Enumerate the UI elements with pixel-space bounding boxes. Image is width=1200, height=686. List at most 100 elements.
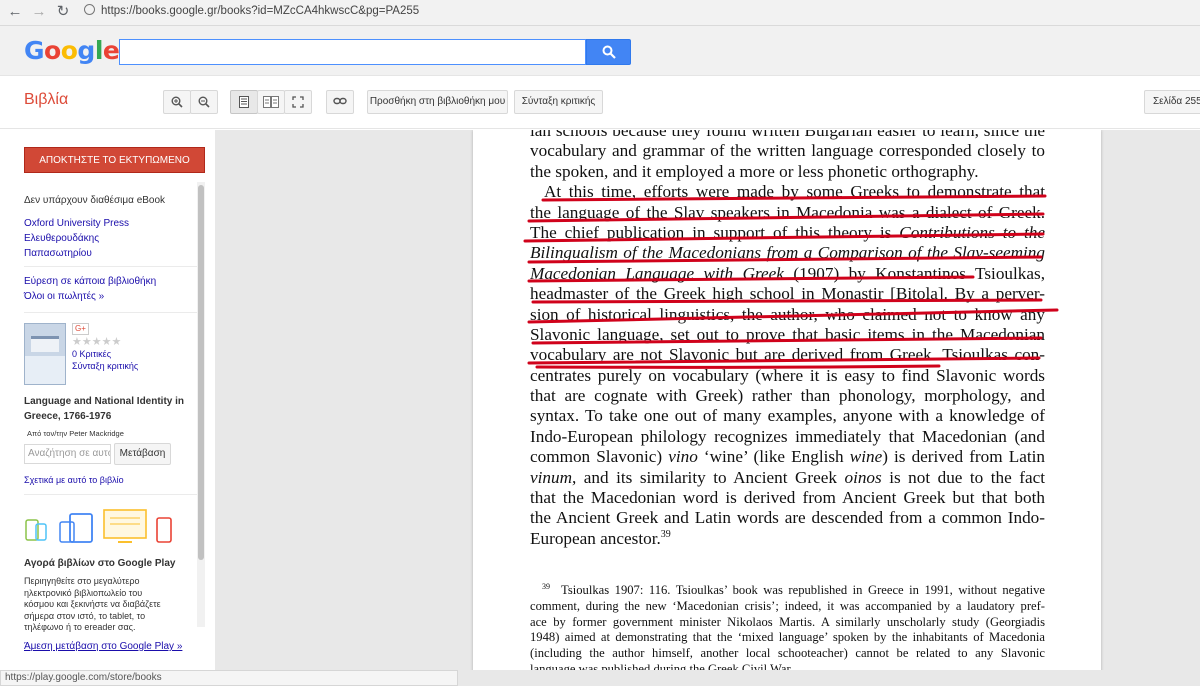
book-cover-thumbnail[interactable]: [24, 323, 66, 385]
book-viewer[interactable]: ian schools because they found written B…: [215, 130, 1200, 670]
page-number-button[interactable]: Σελίδα 255: [1144, 90, 1200, 114]
text-line: vinum, and its similarity to Ancient Gre…: [530, 468, 1045, 488]
footnote-line: 1948) aimed at demonstrating that the ‘m…: [530, 630, 1045, 645]
google-logo[interactable]: Google: [24, 36, 120, 65]
two-page-icon: [263, 96, 279, 108]
play-description-line: τηλέφωνο ή το ereader σας.: [24, 622, 136, 632]
logo-letter: o: [60, 36, 78, 65]
zoom-out-button[interactable]: [190, 90, 218, 114]
zoom-out-icon: [198, 96, 210, 108]
add-to-library-button[interactable]: Προσθήκη στη βιβλιοθήκη μου: [367, 90, 508, 114]
text-line: the spoken, and it employed a more or le…: [530, 161, 979, 181]
section-title[interactable]: Βιβλία: [24, 91, 68, 109]
search-button[interactable]: [586, 39, 631, 65]
footnote-line: (including the author himself, another l…: [530, 646, 1045, 661]
zoom-in-button[interactable]: [163, 90, 191, 114]
text-line: the Ancient Greek and Latin words are de…: [530, 508, 1045, 528]
text-fragment: ) is derived from Latin: [882, 447, 1045, 467]
text-line: Macedonian Language with Greek (1907) by…: [530, 264, 1045, 284]
cover-building-graphic: [31, 336, 59, 352]
italic-word: oinos: [844, 467, 882, 487]
two-page-view-button[interactable]: [257, 90, 285, 114]
play-heading: Αγορά βιβλίων στο Google Play: [24, 558, 176, 569]
divider: [24, 266, 204, 267]
text-line: vocabulary and grammar of the written la…: [530, 141, 1045, 161]
no-ebook-text: Δεν υπάρχουν διαθέσιμα eBook: [24, 195, 166, 206]
go-button[interactable]: Μετάβαση: [114, 443, 171, 465]
fullscreen-button[interactable]: [284, 90, 312, 114]
text-fragment: common Slavonic): [530, 447, 669, 467]
zoom-in-icon: [171, 96, 183, 108]
browser-address-bar: ← → ↻ https://books.google.gr/books?id=M…: [0, 0, 1200, 26]
sidebar-scrollbar-thumb[interactable]: [198, 185, 204, 560]
footnote-marker[interactable]: 39: [661, 529, 671, 540]
seller-link[interactable]: Ελευθερουδάκης: [24, 231, 99, 246]
find-library-link[interactable]: Εύρεση σε κάποια βιβλιοθήκη: [24, 274, 156, 289]
search-icon: [602, 45, 616, 59]
seller-link[interactable]: Oxford University Press: [24, 216, 129, 231]
divider: [24, 312, 204, 313]
cover-title-band: [25, 356, 65, 384]
logo-letter: l: [94, 36, 104, 65]
link-button[interactable]: [326, 90, 354, 114]
write-review-link[interactable]: Σύνταξη κριτικής: [72, 360, 138, 372]
text-fragment: The chief publication in support of this…: [530, 222, 900, 242]
footnote: 39 Tsioulkas 1907: 116. Tsioulkas’ book …: [530, 583, 1045, 670]
url-text: https://books.google.gr/books?id=MZcCA4h…: [101, 5, 420, 17]
play-description-line: σήμερα στον ιστό, το tablet, το: [24, 610, 146, 621]
text-line: Bilingualism of the Macedonians from a C…: [530, 243, 1045, 263]
single-page-icon: [239, 96, 249, 108]
link-icon: [333, 97, 347, 105]
viewer-bottom-area: [458, 670, 1200, 686]
logo-letter: g: [77, 36, 95, 65]
search-input[interactable]: [119, 39, 586, 65]
text-line: European ancestor.39: [530, 529, 1045, 549]
all-sellers-link[interactable]: Όλοι οι πωλητές »: [24, 289, 104, 304]
text-line: ian schools because they found written B…: [530, 130, 1045, 140]
italic-word: vino: [668, 447, 698, 467]
text-line: syntax. To take one out of many examples…: [530, 406, 1045, 426]
play-description-line: κόσμου και ξεκινήστε να διαβάζετε: [24, 599, 161, 609]
italic-title: Bilingualism of the Macedonians from a C…: [530, 243, 1045, 263]
text-fragment: European ancestor.: [530, 528, 661, 548]
about-book-link[interactable]: Σχετικά με αυτό το βιβλίο: [24, 473, 124, 488]
reviews-link[interactable]: 0 Κριτικές: [72, 348, 111, 360]
italic-title: Contributions to the: [899, 222, 1045, 242]
text-line: At this time, efforts were made by some …: [544, 182, 1045, 202]
italic-word: vinum: [530, 467, 573, 487]
text-line: sion of historical linguistics, the auth…: [530, 304, 1045, 324]
text-line: centrates purely on vocabulary (where it…: [530, 365, 1045, 385]
info-icon: [84, 4, 95, 15]
text-line: vocabulary are not Slavonic but are deri…: [530, 345, 1045, 365]
browser-status-bar: https://play.google.com/store/books: [0, 670, 458, 686]
italic-word: wine: [849, 447, 883, 467]
url-field[interactable]: https://books.google.gr/books?id=MZcCA4h…: [84, 4, 419, 17]
buy-print-book-button[interactable]: ΑΠΟΚΤΗΣΤΕ ΤΟ ΕΚΤΥΠΩΜΕΝΟ ΒΙΒΛΙΟ: [24, 147, 205, 192]
footnote-line: 39 Tsioulkas 1907: 116. Tsioulkas’ book …: [530, 583, 1045, 599]
rating-stars: ★★★★★: [72, 336, 122, 348]
seller-link[interactable]: Παπασωτηρίου: [24, 246, 92, 261]
italic-title: Macedonian Language with Greek: [530, 263, 784, 283]
reload-icon[interactable]: ↻: [54, 3, 72, 21]
logo-letter: G: [24, 36, 45, 65]
book-title-line-2: Greece, 1766-1976: [24, 411, 112, 422]
single-page-view-button[interactable]: [230, 90, 258, 114]
write-review-button[interactable]: Σύνταξη κριτικής: [514, 90, 603, 114]
play-store-link[interactable]: Άμεση μετάβαση στο Google Play »: [24, 639, 182, 654]
back-arrow-icon[interactable]: ←: [6, 3, 24, 21]
left-sidebar: ΑΠΟΚΤΗΣΤΕ ΤΟ ΕΚΤΥΠΩΜΕΝΟ ΒΙΒΛΙΟ Δεν υπάρχ…: [0, 130, 215, 670]
text-fragment: , and its similarity to Ancient Greek: [572, 467, 845, 487]
text-line: Indo-European philology recognizes immed…: [530, 426, 1045, 446]
text-line: Slavonic language, set out to prove that…: [530, 324, 1045, 344]
divider: [24, 494, 204, 495]
footnote-line: comment, during the new ‘Macedonian cris…: [530, 598, 1045, 613]
play-description-line: Περιηγηθείτε στο μεγαλύτερο: [24, 576, 140, 586]
text-line: The chief publication in support of this…: [530, 223, 1045, 243]
book-toolbar: Βιβλία Προσθήκη στη βιβλιοθήκη μου Σύντα…: [0, 77, 1200, 129]
book-page[interactable]: ian schools because they found written B…: [473, 130, 1101, 670]
text-fragment: Tsioulkas 1907: 116. Tsioulkas’ book was…: [561, 583, 1045, 597]
text-line: headmaster of the Greek high school in M…: [530, 284, 1045, 304]
forward-arrow-icon[interactable]: →: [30, 3, 48, 21]
search-in-book-input[interactable]: Αναζήτηση σε αυτό: [24, 444, 111, 464]
google-plus-button[interactable]: G+: [72, 323, 89, 335]
